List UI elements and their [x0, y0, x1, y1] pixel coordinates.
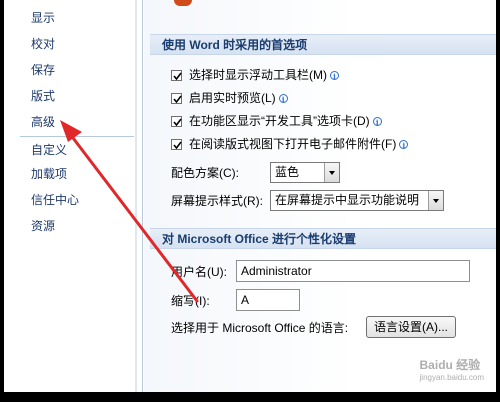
annotation-arrow	[60, 120, 199, 303]
